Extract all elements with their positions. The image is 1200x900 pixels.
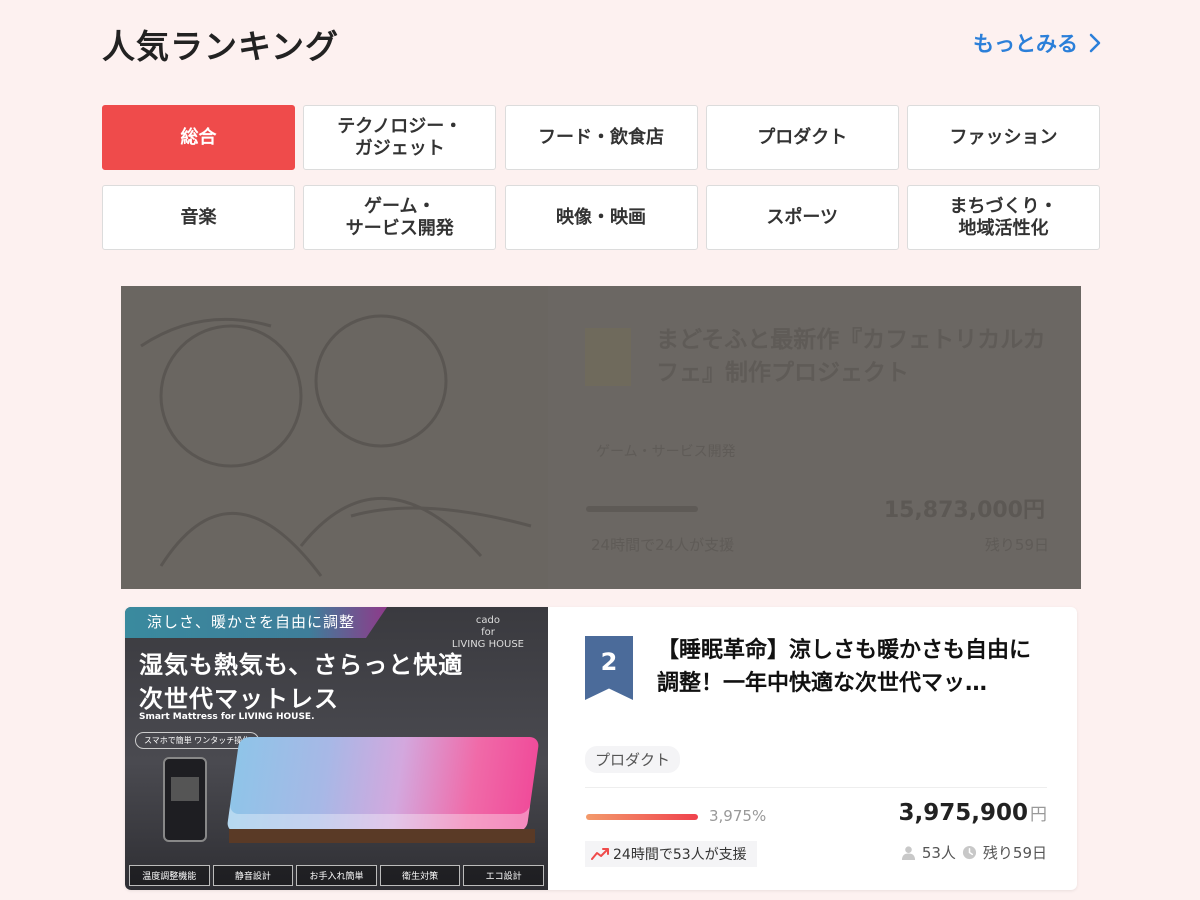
progress-percent: 3,975%: [709, 807, 767, 825]
feature-label: 衛生対策: [379, 865, 461, 886]
funding-amount: 3,975,900 円: [899, 800, 1048, 826]
category-tab-game-service[interactable]: ゲーム・ サービス開発: [303, 185, 497, 250]
see-more-label: もっとみる: [973, 32, 1078, 56]
divider: [585, 787, 1047, 788]
bed-frame-image: [229, 829, 535, 843]
funding-amount-value: 3,975,900: [898, 800, 1029, 826]
project-title[interactable]: 【睡眠革命】涼しさも暖かさも自由に調整！一年中快適な次世代マッ…: [657, 634, 1049, 700]
project-title[interactable]: まどそふと最新作『カフェトリカルカフェ』制作プロジェクト: [656, 324, 1056, 391]
support-count-24h: 24時間で53人が支援: [585, 841, 757, 867]
remaining-days: 残り59日: [982, 844, 1047, 862]
mattress-image: [226, 737, 540, 832]
category-tab-video-film[interactable]: 映像・映画: [504, 185, 698, 250]
project-thumbnail: 涼しさ、暖かさを自由に調整 cado for LIVING HOUSE 湿気も熱…: [125, 607, 548, 890]
project-category: ゲーム・サービス開発: [596, 444, 736, 460]
category-tab-product[interactable]: プロダクト: [705, 105, 899, 170]
thumbnail-tagline: 涼しさ、暖かさを自由に調整: [125, 607, 387, 638]
thumbnail-subheadline: Smart Mattress for LIVING HOUSE.: [139, 712, 315, 722]
category-tab-sports[interactable]: スポーツ: [705, 185, 899, 250]
rank-badge: 2: [585, 636, 633, 700]
rank-badge: [585, 328, 631, 386]
category-tab-food-restaurant[interactable]: フード・飲食店: [504, 105, 698, 170]
remaining-days: 残り59日: [984, 536, 1049, 554]
brand-logo: cado for LIVING HOUSE: [451, 615, 524, 650]
category-tab-technology-gadget[interactable]: テクノロジー・ ガジェット: [303, 105, 497, 170]
project-meta: 53人 残り59日: [901, 842, 1047, 863]
project-category[interactable]: プロダクト: [585, 746, 681, 773]
feature-label: エコ設計: [463, 865, 544, 886]
feature-label: 温度調整機能: [129, 865, 210, 886]
feature-label: お手入れ簡単: [296, 865, 377, 886]
category-tab-overall[interactable]: 総合: [102, 105, 295, 170]
currency-label: 円: [1030, 805, 1047, 825]
chevron-right-icon: [1089, 33, 1101, 53]
person-icon: [901, 846, 915, 860]
category-tab-music[interactable]: 音楽: [102, 185, 295, 250]
progress-bar: [586, 814, 698, 820]
trending-up-icon: [591, 848, 609, 860]
feature-list: 温度調整機能 静音設計 お手入れ簡単 衛生対策 エコ設計: [129, 865, 544, 886]
support-count-24h: 24時間で24人が支援: [591, 536, 735, 554]
anime-illustration-image: [140, 314, 532, 577]
smartphone-image: [163, 757, 207, 842]
category-tab-fashion[interactable]: ファッション: [907, 105, 1100, 170]
category-filter-grid: 総合 テクノロジー・ ガジェット フード・飲食店 プロダクト ファッション 音楽…: [102, 105, 1100, 250]
thumbnail-headline: 湿気も熱気も、さらっと快適 次世代マットレス: [139, 651, 464, 713]
project-thumbnail: [121, 286, 548, 589]
feature-label: 静音設計: [212, 865, 294, 886]
see-more-link[interactable]: もっとみる: [973, 28, 1102, 58]
ranking-card-1[interactable]: まどそふと最新作『カフェトリカルカフェ』制作プロジェクト ゲーム・サービス開発 …: [121, 286, 1081, 589]
funding-amount: 15,873,000円: [883, 498, 1045, 523]
support-text: 24時間で53人が支援: [613, 847, 747, 863]
progress-bar: [586, 506, 698, 512]
category-tab-community[interactable]: まちづくり・ 地域活性化: [907, 185, 1100, 250]
page-title: 人気ランキング: [102, 27, 340, 66]
supporter-count: 53人: [921, 844, 956, 862]
ranking-card-2[interactable]: 涼しさ、暖かさを自由に調整 cado for LIVING HOUSE 湿気も熱…: [125, 607, 1077, 890]
clock-icon: [962, 845, 976, 860]
